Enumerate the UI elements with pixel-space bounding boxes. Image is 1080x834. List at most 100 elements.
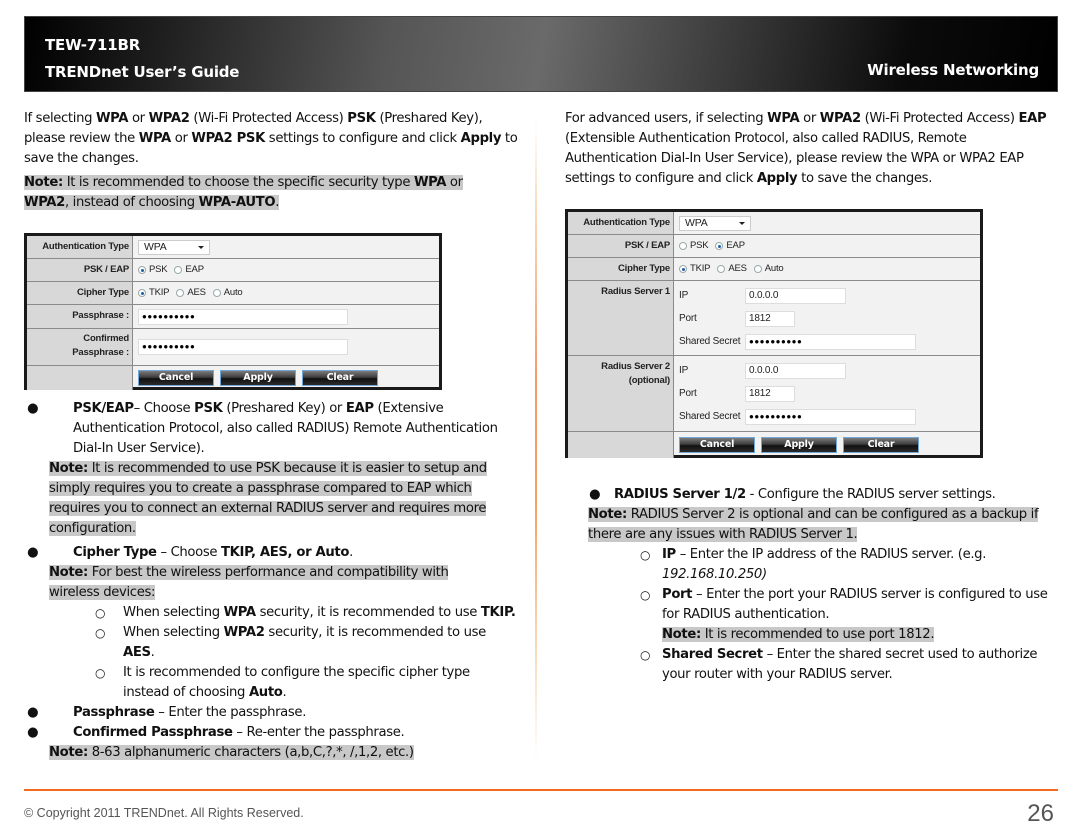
column-divider xyxy=(535,120,537,760)
section-title: Wireless Networking xyxy=(867,61,1039,79)
radio-label: Auto xyxy=(764,263,784,274)
bold-text: WPA xyxy=(767,111,800,126)
chevron-down-icon xyxy=(739,221,745,225)
text: . xyxy=(282,685,287,700)
text: For best the wireless performance and co… xyxy=(49,565,449,600)
clear-button[interactable]: Clear xyxy=(843,437,919,453)
bullet-confirmed-passphrase: ● Confirmed Passphrase – Re-enter the pa… xyxy=(24,723,519,743)
apply-button[interactable]: Apply xyxy=(220,370,296,386)
bold-text: Port xyxy=(662,587,693,602)
passphrase-input[interactable]: ●●●●●●●●●● xyxy=(138,308,348,325)
aes-radio[interactable]: AES xyxy=(176,283,206,303)
bold-text: RADIUS Server 1/2 xyxy=(614,487,746,502)
clear-button[interactable]: Clear xyxy=(302,370,378,386)
bold-text: WPA2 xyxy=(223,625,265,640)
note-security-type: Note: It is recommended to choose the sp… xyxy=(24,173,484,213)
auto-radio[interactable]: Auto xyxy=(212,283,243,303)
radius1-ip-input[interactable]: 0.0.0.0 xyxy=(745,287,846,304)
text: When selecting xyxy=(123,605,224,620)
cipher-type-label: Cipher Type xyxy=(27,282,133,304)
eap-intro-paragraph: For advanced users, if selecting WPA or … xyxy=(565,109,1060,189)
label-line: Passphrase : xyxy=(72,347,129,358)
eap-radio[interactable]: EAP xyxy=(715,236,745,256)
bold-text: IP xyxy=(662,547,676,562)
copyright-text: © Copyright 2011 TRENDnet. All Rights Re… xyxy=(24,806,304,820)
shared-secret-label: Shared Secret xyxy=(679,335,741,347)
radius1-port-input[interactable]: 1812 xyxy=(745,310,795,327)
confirm-passphrase-input[interactable]: ●●●●●●●●●● xyxy=(138,339,348,355)
psk-settings-form: Authentication Type WPA PSK / EAP PSK EA… xyxy=(24,233,442,390)
text: – Choose xyxy=(133,401,195,416)
text: settings to configure and click xyxy=(264,131,461,146)
note-psk-recommended: Note: It is recommended to use PSK becau… xyxy=(24,459,519,539)
bold-text: Confirmed Passphrase xyxy=(73,725,233,740)
footer-divider xyxy=(24,789,1058,791)
bullet-icon: ● xyxy=(27,705,39,720)
cancel-button[interactable]: Cancel xyxy=(138,370,214,386)
text: RADIUS Server 2 is optional and can be c… xyxy=(588,507,1039,542)
bold-text: Apply xyxy=(756,171,798,186)
bold-text: PSK/EAP xyxy=(73,401,134,416)
bold-text: WPA2 xyxy=(24,195,65,210)
note-label: Note: xyxy=(24,175,63,190)
bullet-radius-server: ● RADIUS Server 1/2 - Configure the RADI… xyxy=(565,485,1060,505)
radio-icon xyxy=(753,265,762,273)
radius1-secret-input[interactable]: ●●●●●●●●●● xyxy=(745,333,916,350)
radio-label: EAP xyxy=(185,264,204,275)
radius2-secret-input[interactable]: ●●●●●●●●●● xyxy=(745,408,916,425)
auto-radio[interactable]: Auto xyxy=(753,259,784,279)
passphrase-label: Passphrase : xyxy=(27,305,133,328)
note-label: Note: xyxy=(49,745,88,760)
circle-bullet-icon: ○ xyxy=(95,606,106,620)
auth-type-select[interactable]: WPA xyxy=(138,239,210,255)
note-radius-server-2: Note: RADIUS Server 2 is optional and ca… xyxy=(588,505,1048,545)
bold-text: Passphrase xyxy=(73,705,155,720)
radio-icon xyxy=(212,289,221,297)
radius-server-2-label: Radius Server 2 (optional) xyxy=(568,356,674,431)
bold-text: PSK xyxy=(194,401,223,416)
radius2-ip-value: 0.0.0.0 xyxy=(749,364,779,376)
radius2-ip-input[interactable]: 0.0.0.0 xyxy=(745,362,846,379)
bold-text: Cipher Type xyxy=(73,545,157,560)
psk-radio[interactable]: PSK xyxy=(679,236,709,256)
bold-text: TKIP. xyxy=(480,605,516,620)
auth-type-select[interactable]: WPA xyxy=(679,215,751,231)
bold-text: WPA2 PSK xyxy=(191,131,265,146)
circle-bullet-icon: ○ xyxy=(95,666,106,680)
sub-bullet-shared-secret: ○ Shared Secret – Enter the shared secre… xyxy=(565,645,1060,685)
text: (Preshared Key) or xyxy=(222,401,346,416)
confirm-passphrase-label: Confirmed Passphrase : xyxy=(27,329,133,365)
note-label: Note: xyxy=(588,507,627,522)
eap-settings-form: Authentication Type WPA PSK / EAP PSK EA… xyxy=(565,209,983,458)
text: to save the changes. xyxy=(797,171,933,186)
apply-button[interactable]: Apply xyxy=(761,437,837,453)
chevron-down-icon xyxy=(198,245,204,249)
circle-bullet-icon: ○ xyxy=(640,548,651,562)
psk-radio[interactable]: PSK xyxy=(138,260,168,280)
bold-text: Apply xyxy=(460,131,502,146)
bullet-passphrase: ● Passphrase – Enter the passphrase. xyxy=(24,703,519,723)
tkip-radio[interactable]: TKIP xyxy=(679,259,711,279)
radius1-port-value: 1812 xyxy=(749,312,771,324)
eap-radio[interactable]: EAP xyxy=(174,260,204,280)
radius2-port-input[interactable]: 1812 xyxy=(745,385,795,402)
radius-server-1-label: Radius Server 1 xyxy=(568,281,674,355)
port-label: Port xyxy=(679,387,697,399)
text: (Wi-Fi Protected Access) xyxy=(189,111,348,126)
bold-text: EAP xyxy=(345,401,374,416)
confirm-passphrase-value: ●●●●●●●●●● xyxy=(142,342,196,351)
text: When selecting xyxy=(123,625,224,640)
radio-selected-icon xyxy=(715,242,724,250)
aes-radio[interactable]: AES xyxy=(717,259,747,279)
auth-type-label: Authentication Type xyxy=(568,212,674,234)
note-cipher: Note: For best the wireless performance … xyxy=(24,563,474,603)
radio-label: TKIP xyxy=(149,287,170,298)
radio-icon xyxy=(679,242,687,250)
sub-bullet-port: ○ Port – Enter the port your RADIUS serv… xyxy=(565,585,1060,645)
port-label: Port xyxy=(679,312,697,324)
bullet-icon: ● xyxy=(27,725,39,740)
bold-text: EAP xyxy=(1018,111,1047,126)
radio-label: PSK xyxy=(149,264,168,275)
cancel-button[interactable]: Cancel xyxy=(679,437,755,453)
tkip-radio[interactable]: TKIP xyxy=(138,283,170,303)
